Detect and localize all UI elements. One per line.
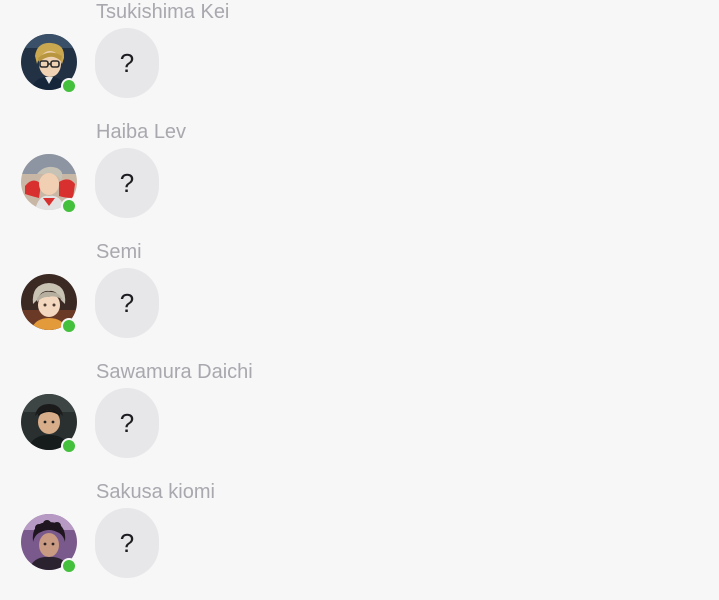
message-group: Sawamura Daichi ? xyxy=(0,360,719,480)
sender-name: Haiba Lev xyxy=(96,121,187,143)
message-text: ? xyxy=(119,288,135,318)
message-bubble[interactable]: ? xyxy=(95,148,159,218)
message-text: ? xyxy=(119,528,135,558)
sender-name: Sakusa kiomi xyxy=(96,481,215,503)
message-group: Sakusa kiomi ? xyxy=(0,480,719,600)
message-bubble[interactable]: ? xyxy=(95,268,159,338)
chat-message-list[interactable]: Tsukishima Kei ? Haiba Lev ? Semi ? Sawa… xyxy=(0,0,719,583)
sender-name: Sawamura Daichi xyxy=(96,361,253,383)
online-status-dot xyxy=(61,558,77,574)
online-status-dot xyxy=(61,198,77,214)
message-bubble[interactable]: ? xyxy=(95,28,159,98)
message-bubble[interactable]: ? xyxy=(95,508,159,578)
online-status-dot xyxy=(61,438,77,454)
message-bubble[interactable]: ? xyxy=(95,388,159,458)
message-group: Semi ? xyxy=(0,240,719,360)
online-status-dot xyxy=(61,78,77,94)
sender-name: Tsukishima Kei xyxy=(96,1,230,23)
online-status-dot xyxy=(61,318,77,334)
message-text: ? xyxy=(119,168,135,198)
message-text: ? xyxy=(119,48,135,78)
message-group: Tsukishima Kei ? xyxy=(0,0,719,120)
message-text: ? xyxy=(119,408,135,438)
sender-name: Semi xyxy=(96,241,142,263)
message-group: Haiba Lev ? xyxy=(0,120,719,240)
